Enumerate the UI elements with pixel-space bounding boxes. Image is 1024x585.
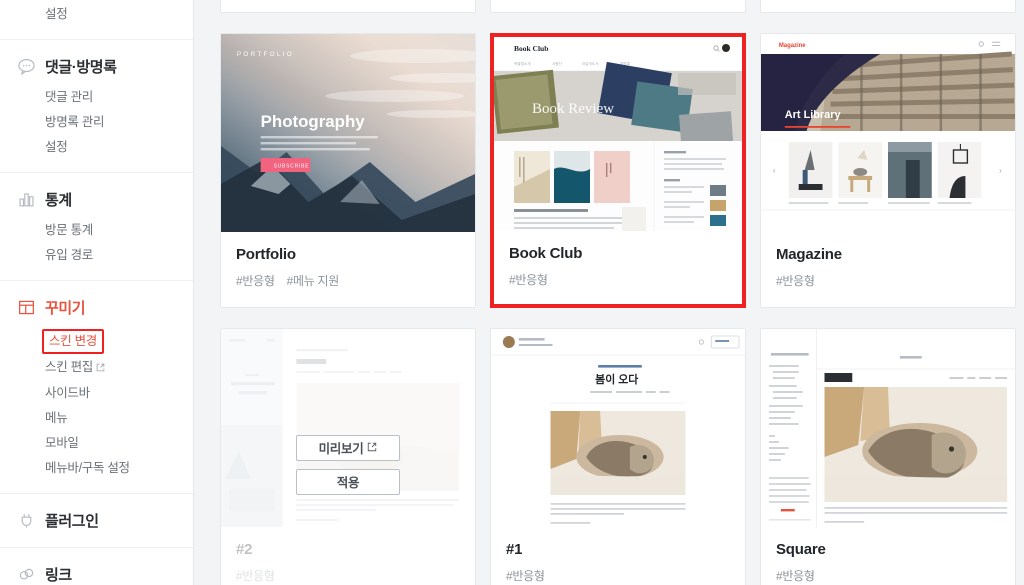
svg-text:PORTFOLIO: PORTFOLIO: [237, 51, 294, 58]
sidebar-item-label: 스킨 편집: [45, 360, 93, 374]
sidebar-group-settings-tail: 설정: [0, 0, 193, 40]
sidebar-item-visit-stats[interactable]: 방문 통계: [0, 218, 193, 243]
skin-tag: #반응형: [776, 274, 815, 288]
skin-meta: Square #반응형: [761, 527, 1015, 585]
preview-button[interactable]: 미리보기: [296, 434, 400, 461]
apply-button-label: 적용: [336, 476, 360, 490]
svg-text:이달의도서: 이달의도서: [582, 61, 599, 66]
skin-change-page: 설정 댓글·방명록 댓글 관리 방명록 관리 설정 통계 방문 통계 유입 경로…: [0, 0, 1024, 585]
sidebar-item-skin-edit[interactable]: 스킨 편집: [0, 355, 193, 381]
skin-tag: #반응형: [506, 569, 545, 583]
skin-thumbnail: 봄이 오다: [491, 329, 745, 527]
skin-thumbnail: [761, 329, 1015, 527]
svg-text:북클럽소개: 북클럽소개: [514, 61, 531, 66]
plug-icon: [17, 511, 36, 530]
sidebar: 설정 댓글·방명록 댓글 관리 방명록 관리 설정 통계 방문 통계 유입 경로…: [0, 0, 194, 585]
skin-title: Square: [776, 541, 826, 558]
sidebar-item-sidebar[interactable]: 사이드바: [0, 381, 193, 406]
skin-thumbnail: Book Club 북클럽소개 서평단 이달의도서 방명록 Book Revie…: [494, 37, 742, 231]
skin-title: #1: [506, 541, 523, 558]
skin-tag: #메뉴 지원: [286, 274, 340, 288]
sidebar-header-plugin[interactable]: 플러그인: [0, 494, 193, 542]
sidebar-header-label: 댓글·방명록: [45, 59, 117, 76]
skin-title: Book Club: [509, 245, 583, 262]
sidebar-header-decorate[interactable]: 꾸미기: [0, 281, 193, 326]
sidebar-item-mobile[interactable]: 모바일: [0, 431, 193, 456]
sidebar-header-label: 꾸미기: [45, 300, 86, 317]
skin-card-square[interactable]: Square #반응형: [760, 328, 1016, 585]
sidebar-item-menu[interactable]: 메뉴: [0, 406, 193, 431]
skin-tags: #반응형: [776, 567, 1000, 584]
svg-text:Book Club: Book Club: [514, 44, 548, 53]
skin-meta: Portfolio #반응형 #메뉴 지원: [221, 232, 475, 305]
external-link-icon: [367, 441, 377, 455]
skin-tag: #반응형: [776, 569, 815, 583]
svg-text:Art Library: Art Library: [785, 109, 842, 121]
skin-card-book-club[interactable]: Book Club 북클럽소개 서평단 이달의도서 방명록 Book Revie…: [490, 33, 746, 308]
skin-meta: Book Club #반응형: [494, 231, 742, 304]
apply-button[interactable]: 적용: [296, 468, 400, 495]
skin-tags: #반응형 #메뉴 지원: [236, 272, 460, 289]
svg-text:›: ›: [999, 166, 1002, 175]
skin-tags: #반응형: [506, 567, 730, 584]
sidebar-header-statistics[interactable]: 통계: [0, 173, 193, 218]
skin-meta: #반응형: [761, 0, 1015, 12]
sidebar-item-menubar-subscribe[interactable]: 메뉴바/구독 설정: [0, 456, 193, 481]
layout-icon: [17, 298, 36, 317]
skin-card[interactable]: #반응형: [490, 0, 746, 13]
svg-text:봄이 오다: 봄이 오다: [595, 372, 638, 386]
sidebar-header-label: 플러그인: [45, 513, 99, 530]
skin-meta: #1 #반응형: [491, 527, 745, 585]
sidebar-header-link[interactable]: 링크: [0, 548, 193, 585]
svg-text:Book Review: Book Review: [532, 101, 614, 117]
skin-card-2[interactable]: 미리보기 적용 #2 #반응형: [220, 328, 476, 585]
skin-meta: Magazine #반응형: [761, 232, 1015, 305]
skin-meta: #반응형: [491, 0, 745, 12]
sidebar-header-label: 통계: [45, 192, 72, 209]
skin-meta: #반응형: [221, 0, 475, 12]
preview-button-label: 미리보기: [318, 442, 364, 456]
skin-card-portfolio[interactable]: PORTFOLIO Photography SUBSCRIBE Portfoli…: [220, 33, 476, 308]
skin-tags: #반응형: [509, 271, 727, 288]
sidebar-group-decorate: 꾸미기 스킨 변경 스킨 편집 사이드바 메뉴 모바일 메뉴바/구독 설정: [0, 281, 193, 494]
bar-chart-icon: [17, 190, 36, 209]
svg-text:‹: ‹: [773, 166, 776, 175]
sidebar-item-settings[interactable]: 설정: [0, 0, 193, 27]
link-icon: [17, 565, 36, 584]
skin-thumbnail: Magazine Art Library ‹ ›: [761, 34, 1015, 232]
sidebar-item-guestbook-manage[interactable]: 방명록 관리: [0, 110, 193, 135]
skin-grid: #반응형 #반응형: [194, 0, 1016, 585]
sidebar-header-comments[interactable]: 댓글·방명록: [0, 40, 193, 85]
skin-title: Magazine: [776, 246, 842, 263]
skin-card-1[interactable]: 봄이 오다 #1 #반응형: [490, 328, 746, 585]
skin-card[interactable]: #반응형: [760, 0, 1016, 13]
skin-card-magazine[interactable]: Magazine Art Library ‹ › Magazine #반응형: [760, 33, 1016, 308]
svg-text:서평단: 서평단: [552, 61, 563, 66]
sidebar-group-statistics: 통계 방문 통계 유입 경로: [0, 173, 193, 281]
skin-card[interactable]: #반응형: [220, 0, 476, 13]
svg-text:Magazine: Magazine: [779, 43, 806, 49]
skin-tag: #반응형: [236, 274, 275, 288]
skin-title: Portfolio: [236, 246, 296, 263]
skin-tags: #반응형: [776, 272, 1000, 289]
sidebar-group-link: 링크 나의 링크: [0, 548, 193, 585]
skin-gallery: #반응형 #반응형: [194, 0, 1024, 585]
sidebar-header-label: 링크: [45, 567, 72, 584]
skin-thumbnail: PORTFOLIO Photography SUBSCRIBE: [221, 34, 475, 232]
svg-text:Photography: Photography: [261, 112, 366, 131]
external-link-icon: [96, 360, 105, 377]
skin-tag: #반응형: [509, 273, 548, 287]
skin-hover-overlay: 미리보기 적용: [221, 329, 475, 585]
sidebar-item-comment-settings[interactable]: 설정: [0, 135, 193, 160]
sidebar-item-referrer-path[interactable]: 유입 경로: [0, 243, 193, 268]
sidebar-group-comments: 댓글·방명록 댓글 관리 방명록 관리 설정: [0, 40, 193, 173]
svg-text:SUBSCRIBE: SUBSCRIBE: [274, 163, 310, 169]
sidebar-item-comment-manage[interactable]: 댓글 관리: [0, 85, 193, 110]
comment-icon: [17, 57, 36, 76]
sidebar-item-skin-change[interactable]: 스킨 변경: [42, 329, 104, 354]
sidebar-group-plugin: 플러그인: [0, 494, 193, 548]
